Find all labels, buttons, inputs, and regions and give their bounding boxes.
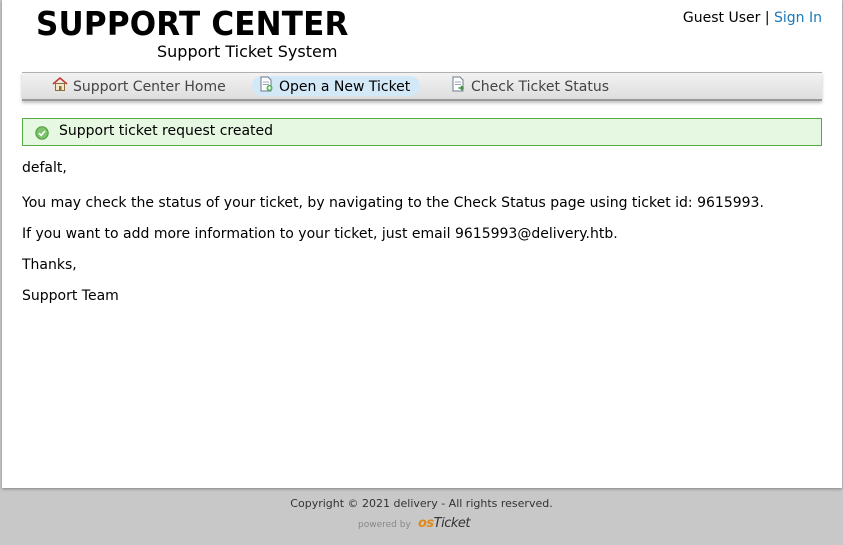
user-info: Guest User | Sign In xyxy=(683,10,822,26)
ticket-status-icon xyxy=(450,76,466,98)
status-info-text: You may check the status of your ticket,… xyxy=(22,195,764,211)
logo-title: SUPPORT CENTER xyxy=(36,4,349,43)
brand-os: os xyxy=(418,516,434,531)
nav-label-check-status: Check Ticket Status xyxy=(471,79,609,95)
nav-item-home[interactable]: Support Center Home xyxy=(46,76,236,96)
footer-copyright: Copyright © 2021 delivery - All rights r… xyxy=(290,497,553,510)
nav-label-open-ticket: Open a New Ticket xyxy=(279,79,411,95)
home-icon xyxy=(52,76,68,98)
check-circle-icon xyxy=(35,125,49,144)
main-nav: Support Center Home Open a New Ticket Ch… xyxy=(22,72,822,101)
logo-subtitle: Support Ticket System xyxy=(157,42,338,61)
nav-label-home: Support Center Home xyxy=(73,79,226,95)
email-info-text: If you want to add more information to y… xyxy=(22,226,618,242)
separator: | xyxy=(764,10,770,26)
guest-user-label: Guest User xyxy=(682,10,761,26)
brand-ticket: Ticket xyxy=(433,516,471,531)
notice-text: Support ticket request created xyxy=(59,123,274,139)
new-ticket-icon xyxy=(258,76,274,98)
powered-by-label: powered by xyxy=(358,520,411,530)
nav-item-open-ticket[interactable]: Open a New Ticket xyxy=(252,76,421,98)
signature-text: Support Team xyxy=(22,288,119,304)
sign-in-link[interactable]: Sign In xyxy=(774,10,822,26)
page-container: SUPPORT CENTER Support Ticket System Gue… xyxy=(2,0,842,488)
thanks-text: Thanks, xyxy=(22,257,77,273)
powered-by-logo[interactable]: powered by osTicket xyxy=(358,514,478,534)
nav-item-check-status[interactable]: Check Ticket Status xyxy=(444,76,619,96)
greeting-text: defalt, xyxy=(22,160,67,176)
site-logo[interactable]: SUPPORT CENTER Support Ticket System xyxy=(36,4,348,62)
osticket-brand: osTicket xyxy=(418,516,471,531)
success-notice: Support ticket request created xyxy=(22,118,822,146)
